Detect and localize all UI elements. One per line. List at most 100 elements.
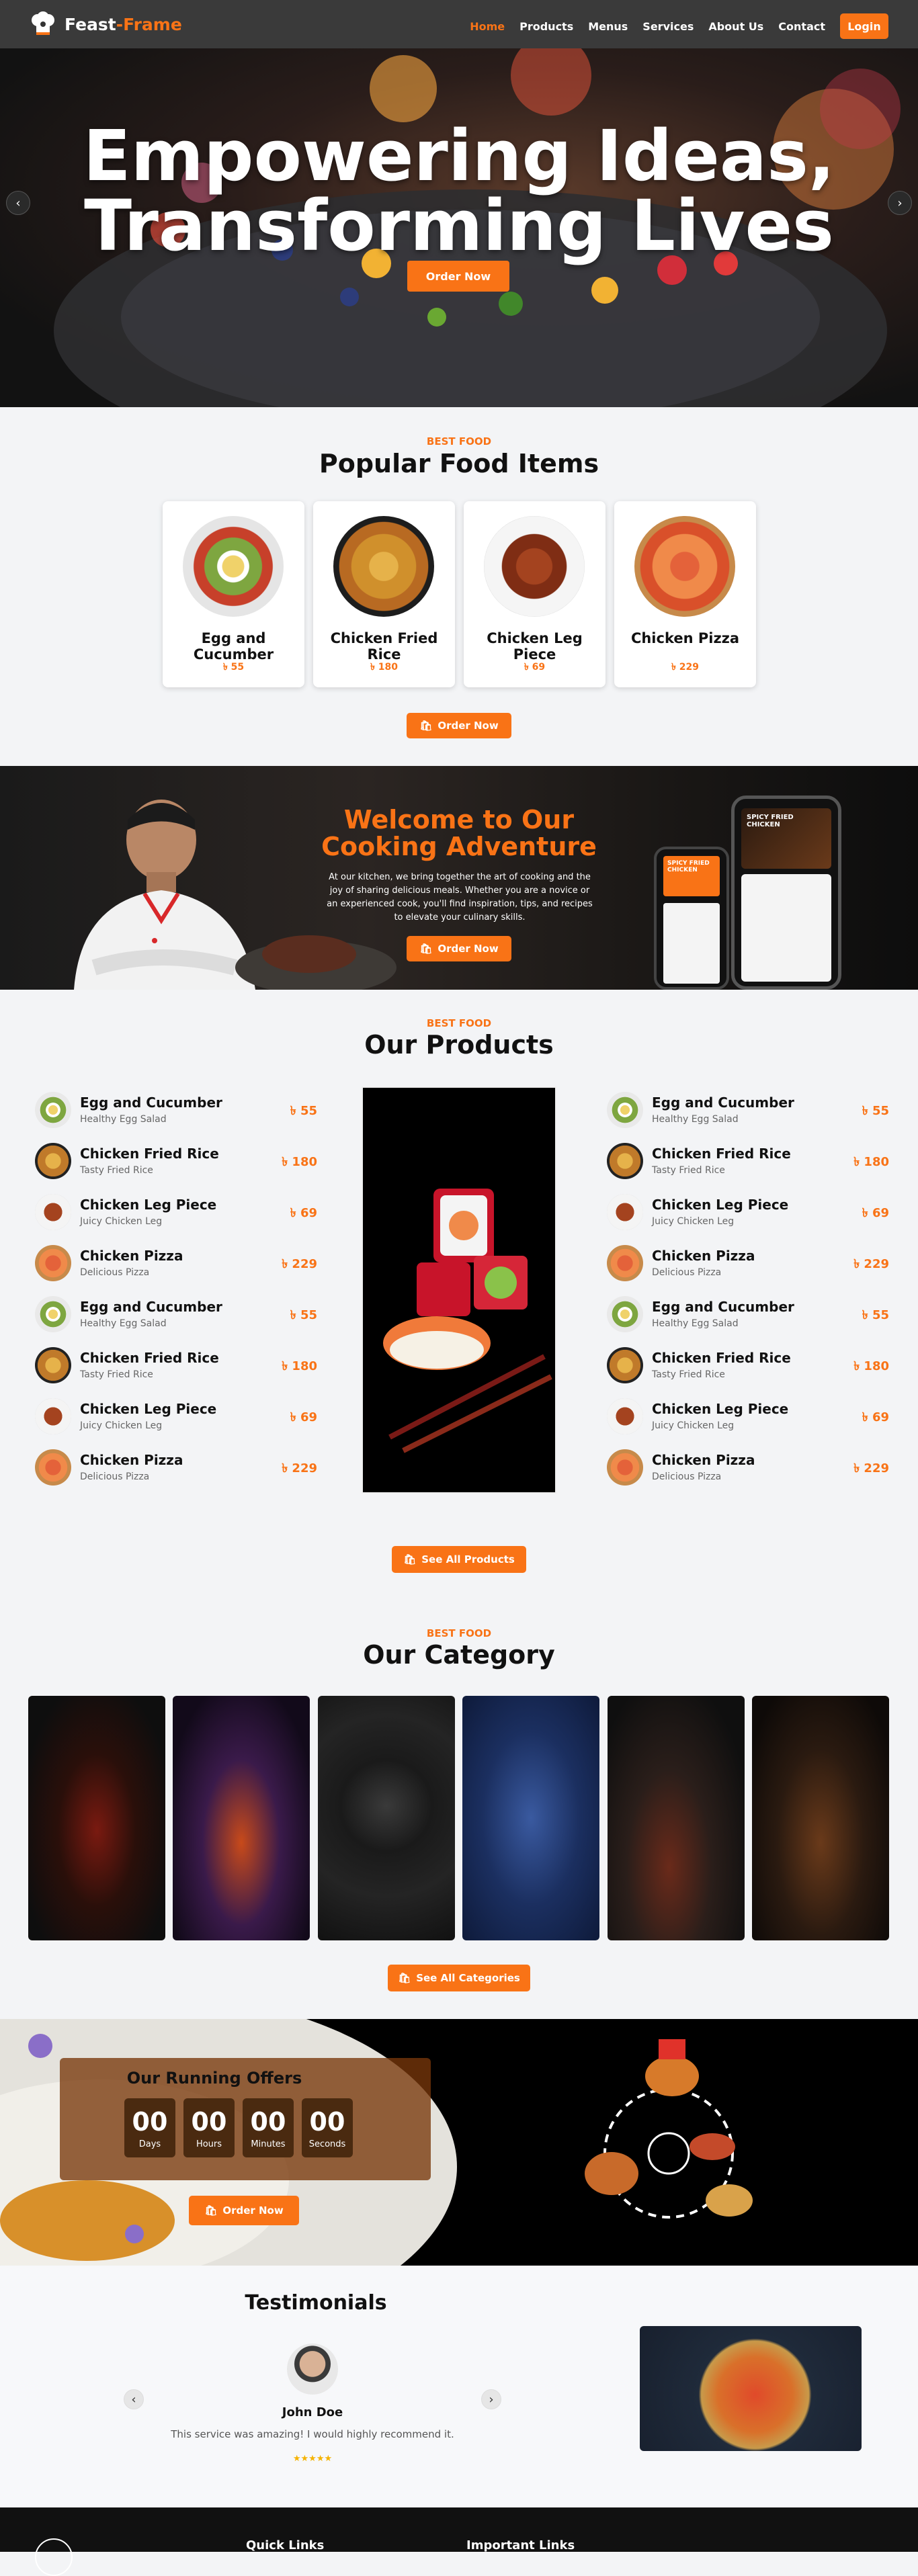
product-description: Tasty Fried Rice [80,1165,153,1176]
product-price: ৳ 69 [290,1410,317,1424]
product-thumbnail [35,1092,71,1128]
product-thumbnail [607,1245,643,1281]
category-card-noodles[interactable] [318,1696,455,1940]
bag-icon: 🛍 [419,720,433,732]
category-card-tea[interactable] [752,1696,889,1940]
welcome-title: Welcome to Our Cooking Adventure [321,805,597,861]
testimonials-title: Testimonials [245,2291,387,2315]
nav-services[interactable]: Services [642,20,694,33]
welcome-order-now-button[interactable]: 🛍 Order Now [407,936,511,961]
product-row[interactable]: Egg and Cucumber Healthy Egg Salad ৳ 55 [607,1092,889,1129]
product-row[interactable]: Chicken Fried Rice Tasty Fried Rice ৳ 180 [607,1347,889,1385]
chicken-leg-image [484,516,585,617]
product-row[interactable]: Chicken Fried Rice Tasty Fried Rice ৳ 180 [35,1143,317,1180]
hero-order-now-button[interactable]: Order Now [407,261,509,292]
running-offers-section: Our Running Offers 00 Days 00 Hours 00 Minu… [0,2019,918,2266]
product-row[interactable]: Chicken Fried Rice Tasty Fried Rice ৳ 180 [607,1143,889,1180]
phone-mockup-small: SPICY FRIED CHICKEN [654,847,729,990]
footer: Quick Links Important Links [0,2507,918,2576]
chef-image [74,800,255,990]
bag-icon: 🛍 [403,1553,417,1565]
product-price: ৳ 69 [290,1206,317,1220]
product-name: Chicken Leg Piece [652,1401,789,1417]
product-price: ৳ 55 [290,1104,317,1118]
pizza-share-image [640,2326,862,2451]
product-description: Juicy Chicken Leg [80,1216,163,1227]
product-name: Chicken Pizza [80,1452,183,1468]
product-row[interactable]: Egg and Cucumber Healthy Egg Salad ৳ 55 [607,1296,889,1334]
product-thumbnail [35,1194,71,1230]
product-thumbnail [35,1296,71,1332]
category-card-burger[interactable] [173,1696,310,1940]
product-thumbnail [607,1347,643,1383]
product-price: ৳ 229 [853,1461,889,1475]
products-title: Our Products [364,1030,554,1060]
reviewer-name: John Doe [282,2405,343,2419]
food-card[interactable]: Chicken Pizza ৳ 229 [614,501,756,687]
product-row[interactable]: Chicken Pizza Delicious Pizza ৳ 229 [35,1245,317,1283]
product-row[interactable]: Chicken Pizza Delicious Pizza ৳ 229 [607,1449,889,1487]
footer-logo-icon [35,2538,73,2576]
product-row[interactable]: Chicken Leg Piece Juicy Chicken Leg ৳ 69 [607,1194,889,1232]
product-description: Delicious Pizza [80,1471,150,1482]
food-name: Chicken Leg Piece [487,630,583,662]
login-button[interactable]: Login [840,13,888,39]
food-name: Chicken Pizza [630,630,740,646]
product-name: Chicken Pizza [652,1452,755,1468]
product-row[interactable]: Chicken Pizza Delicious Pizza ৳ 229 [35,1449,317,1487]
testimonials-section: Testimonials John Doe This service was a… [0,2266,918,2507]
countdown-hours: 00 Hours [183,2098,235,2157]
nav-menus[interactable]: Menus [588,20,628,33]
popular-title: Popular Food Items [319,449,599,478]
product-description: Juicy Chicken Leg [80,1420,163,1431]
food-card[interactable]: Chicken Fried Rice ৳ 180 [313,501,455,687]
category-title: Our Category [363,1640,555,1670]
nav-home[interactable]: Home [470,20,505,33]
food-card[interactable]: Chicken Leg Piece ৳ 69 [464,501,606,687]
testimonial-prev-arrow-icon[interactable]: ‹ [124,2389,144,2409]
popular-kicker: BEST FOOD [426,435,492,447]
product-row[interactable]: Chicken Leg Piece Juicy Chicken Leg ৳ 69 [35,1194,317,1232]
footer-important-links-heading: Important Links [466,2538,575,2552]
product-name: Egg and Cucumber [80,1299,222,1315]
welcome-text: At our kitchen, we bring together the ar… [327,872,593,922]
product-row[interactable]: Chicken Leg Piece Juicy Chicken Leg ৳ 69 [35,1398,317,1436]
product-description: Juicy Chicken Leg [652,1420,735,1431]
offer-order-now-button[interactable]: 🛍 Order Now [189,2196,299,2225]
product-row[interactable]: Chicken Leg Piece Juicy Chicken Leg ৳ 69 [607,1398,889,1436]
testimonial-quote: This service was amazing! I would highly… [171,2428,454,2440]
testimonial-next-arrow-icon[interactable]: › [481,2389,501,2409]
welcome-banner: Welcome to Our Cooking Adventure At our k… [0,766,918,990]
popular-order-now-button[interactable]: 🛍 Order Now [407,713,511,738]
product-row[interactable]: Chicken Pizza Delicious Pizza ৳ 229 [607,1245,889,1283]
product-name: Egg and Cucumber [652,1299,794,1315]
nav-products[interactable]: Products [519,20,573,33]
product-name: Chicken Fried Rice [80,1350,219,1366]
hero-next-arrow-icon[interactable]: › [888,191,912,215]
countdown-minutes: 00 Minutes [243,2098,294,2157]
product-thumbnail [607,1194,643,1230]
product-price: ৳ 55 [290,1308,317,1322]
food-card[interactable]: Egg and Cucumber ৳ 55 [163,501,304,687]
see-all-categories-button[interactable]: 🛍 See All Categories [388,1965,530,1991]
product-row[interactable]: Chicken Fried Rice Tasty Fried Rice ৳ 180 [35,1347,317,1385]
product-row[interactable]: Egg and Cucumber Healthy Egg Salad ৳ 55 [35,1296,317,1334]
product-price: ৳ 69 [862,1206,889,1220]
product-thumbnail [35,1245,71,1281]
hero-prev-arrow-icon[interactable]: ‹ [6,191,30,215]
egg-cucumber-image [183,516,284,617]
category-card-sauce-dessert[interactable] [28,1696,165,1940]
product-description: Healthy Egg Salad [80,1318,167,1329]
brand-logo[interactable]: Feast-Frame [28,11,182,38]
product-name: Chicken Pizza [652,1248,755,1264]
category-card-steak[interactable] [608,1696,745,1940]
category-card-sushi[interactable] [462,1696,599,1940]
nav-contact[interactable]: Contact [778,20,825,33]
product-thumbnail [607,1092,643,1128]
product-thumbnail [607,1398,643,1434]
product-row[interactable]: Egg and Cucumber Healthy Egg Salad ৳ 55 [35,1092,317,1129]
nav-about-us[interactable]: About Us [708,20,763,33]
see-all-products-button[interactable]: 🛍 See All Products [392,1546,526,1573]
product-name: Egg and Cucumber [80,1094,222,1111]
countdown-timer: 00 Days 00 Hours 00 Minutes 00 Seconds [120,2098,357,2157]
